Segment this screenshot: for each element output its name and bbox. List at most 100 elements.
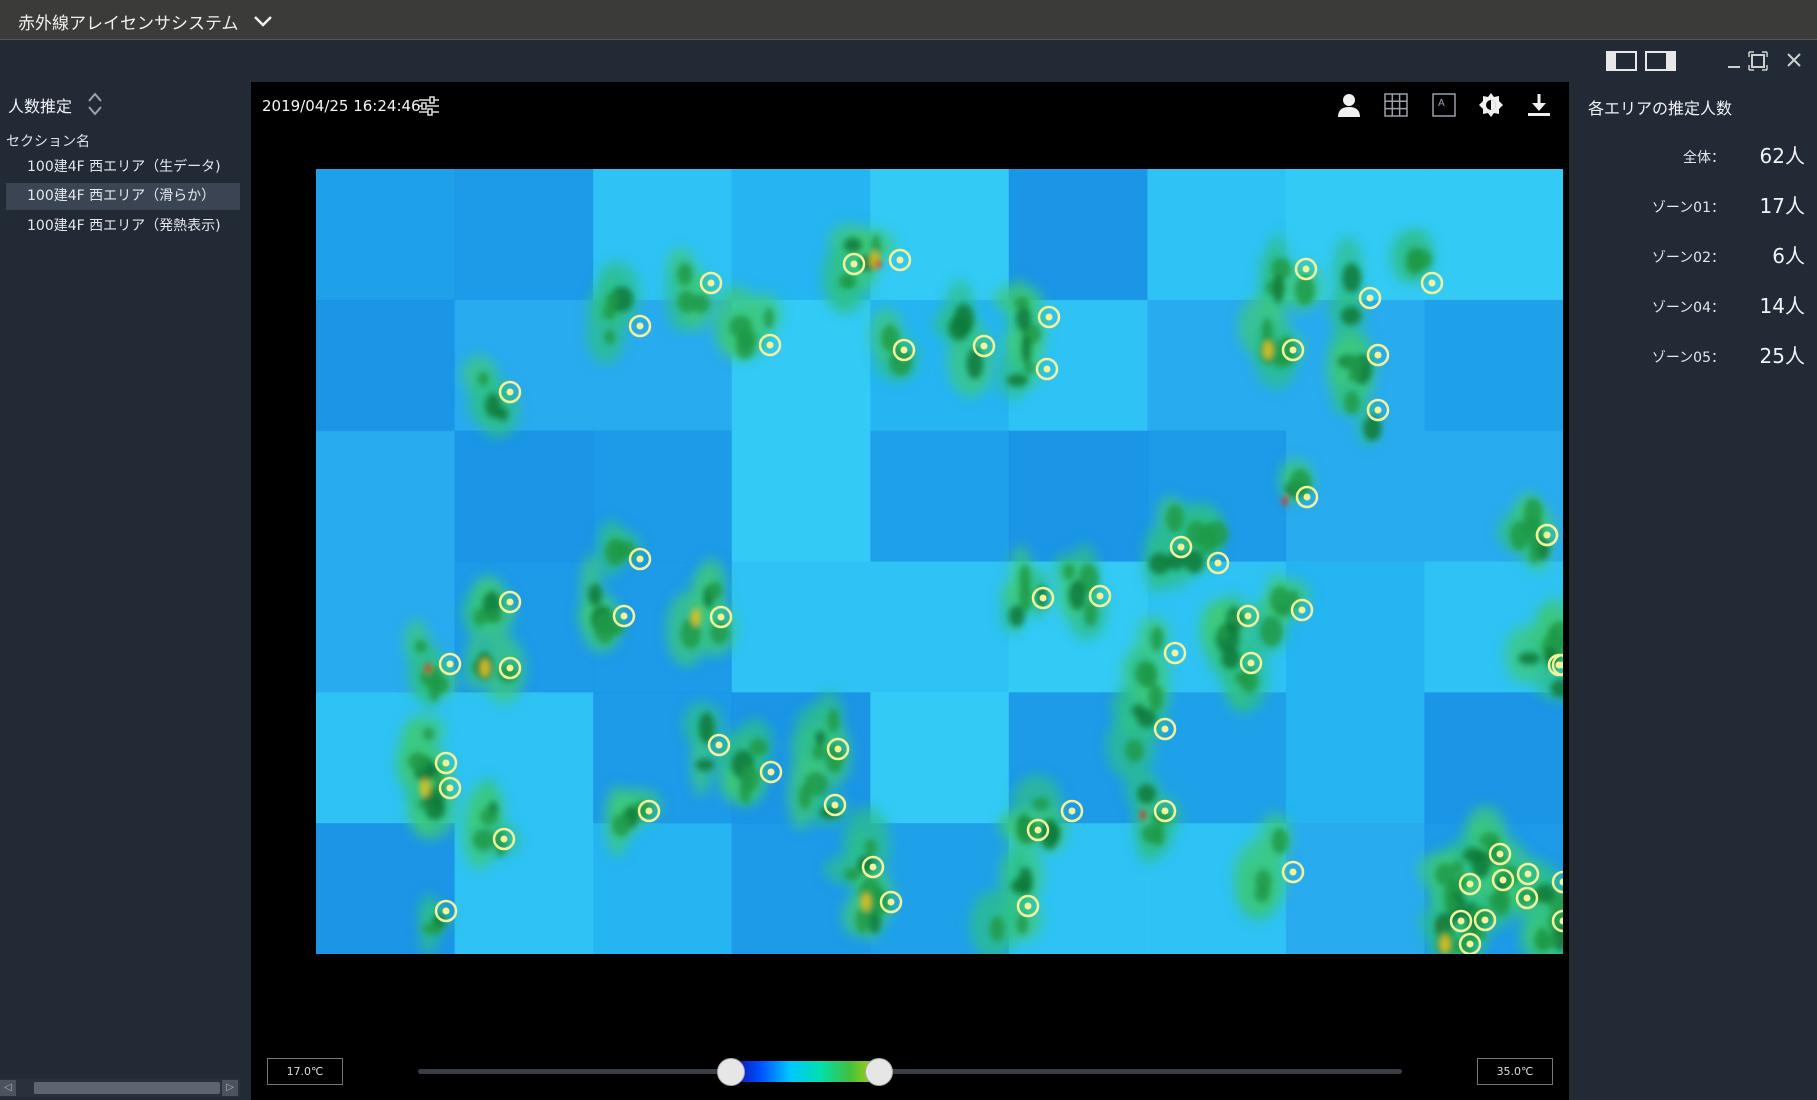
person-marker-dot <box>1374 406 1382 414</box>
svg-text:A: A <box>1438 98 1445 109</box>
grid-icon[interactable] <box>1383 92 1409 118</box>
heat-core <box>1205 520 1229 548</box>
sensor-tile <box>454 430 595 563</box>
heat-core <box>1006 374 1028 387</box>
download-icon[interactable] <box>1526 92 1552 118</box>
heat-core <box>1150 811 1172 825</box>
panel-title: 人数推定 <box>8 97 73 116</box>
person-marker-dot <box>850 260 858 268</box>
person-marker-dot <box>1499 876 1507 884</box>
heat-core <box>1488 892 1509 909</box>
person-marker-dot <box>1466 880 1474 888</box>
heat-core <box>1221 647 1241 670</box>
heat-core <box>1348 369 1362 383</box>
person-marker-dot <box>887 898 895 906</box>
person-marker-dot <box>831 801 839 809</box>
layout-right-icon[interactable] <box>1645 50 1677 72</box>
person-marker-dot <box>707 279 715 287</box>
section-header: セクション名 <box>6 134 90 150</box>
range-high-handle[interactable] <box>865 1058 893 1086</box>
heat-core <box>420 665 443 688</box>
sensor-tile <box>870 430 1010 563</box>
section-item-heat[interactable]: 100建4F 西エリア（発熱表示) <box>6 213 240 240</box>
horizontal-scrollbar[interactable]: ◁ ▷ <box>0 1079 240 1097</box>
person-marker-dot <box>715 741 723 749</box>
heat-core <box>843 237 863 253</box>
zone-row-total: 全体： 62人 <box>1569 140 1805 170</box>
heat-core <box>1523 498 1543 528</box>
heat-core <box>1137 784 1157 804</box>
person-marker-dot <box>834 745 842 753</box>
person-marker-dot <box>506 598 514 606</box>
person-marker-dot <box>1039 594 1047 602</box>
person-marker-dot <box>1303 493 1311 501</box>
scroll-thumb[interactable] <box>34 1082 220 1094</box>
heat-core <box>966 348 984 380</box>
temperature-min: 17.0℃ <box>267 1058 343 1085</box>
person-marker-dot <box>1043 365 1051 373</box>
person-marker-dot <box>442 907 450 915</box>
scroll-right-icon[interactable]: ▷ <box>222 1080 238 1096</box>
sort-icon[interactable] <box>86 91 104 117</box>
person-marker-dot <box>636 322 644 330</box>
hot-spot <box>1140 810 1146 820</box>
sensor-tile <box>1424 169 1563 301</box>
heat-core <box>1444 898 1459 912</box>
layout-left-icon[interactable] <box>1606 50 1638 72</box>
heat-core <box>1149 552 1171 575</box>
sensor-tile <box>870 692 1010 825</box>
person-marker-dot <box>1298 606 1306 614</box>
person-icon[interactable] <box>1336 92 1362 118</box>
person-marker-dot <box>1161 807 1169 815</box>
section-item-raw[interactable]: 100建4F 西エリア（生データ) <box>6 154 240 181</box>
heat-core <box>691 294 710 314</box>
hot-spot <box>875 259 881 269</box>
heat-core <box>1344 391 1360 415</box>
section-item-smooth[interactable]: 100建4F 西エリア（滑らか） <box>6 183 240 210</box>
heat-core <box>604 538 626 566</box>
label-icon[interactable]: A <box>1431 92 1457 118</box>
brightness-icon[interactable] <box>1478 92 1504 118</box>
range-low-handle[interactable] <box>717 1058 745 1086</box>
person-marker-dot <box>1543 531 1551 539</box>
timestamp: 2019/04/25 16:24:46 <box>262 97 421 115</box>
heat-core <box>1021 334 1032 364</box>
minimize-icon[interactable] <box>1726 50 1742 72</box>
person-marker-dot <box>1481 916 1489 924</box>
temperature-range-track[interactable] <box>418 1069 1402 1074</box>
close-icon[interactable] <box>1784 50 1804 72</box>
heat-core <box>1341 306 1362 326</box>
window-toolbar <box>0 40 1817 82</box>
person-marker-dot <box>1024 902 1032 910</box>
person-marker-dot <box>1366 294 1374 302</box>
hot-spot <box>1440 935 1450 953</box>
person-marker-dot <box>980 342 988 350</box>
person-marker-dot <box>1466 940 1474 948</box>
sensor-tile <box>870 561 1010 694</box>
heat-core <box>815 730 826 746</box>
person-marker-dot <box>446 660 454 668</box>
person-marker-dot <box>446 784 454 792</box>
sensor-tile <box>316 299 456 432</box>
heat-core <box>1518 652 1541 665</box>
maximize-icon[interactable] <box>1748 50 1768 72</box>
sensor-tile <box>870 169 1010 301</box>
heat-core <box>1040 818 1059 850</box>
person-marker-dot <box>645 807 653 815</box>
heat-core <box>1013 296 1030 310</box>
heat-core <box>677 262 693 286</box>
heat-core <box>842 275 857 289</box>
hot-spot <box>480 659 490 677</box>
hot-spot <box>425 663 431 673</box>
person-marker-dot <box>636 555 644 563</box>
chevron-down-icon[interactable] <box>252 12 274 30</box>
scroll-left-icon[interactable]: ◁ <box>0 1080 16 1096</box>
heat-core <box>948 315 970 341</box>
zone-label: ゾーン04： <box>1651 300 1725 316</box>
zone-label: ゾーン01： <box>1651 200 1725 216</box>
adjust-icon[interactable] <box>417 95 441 117</box>
heat-core <box>1151 822 1165 847</box>
heat-core <box>798 784 812 810</box>
person-marker-dot <box>1068 807 1076 815</box>
heat-core <box>707 581 723 600</box>
